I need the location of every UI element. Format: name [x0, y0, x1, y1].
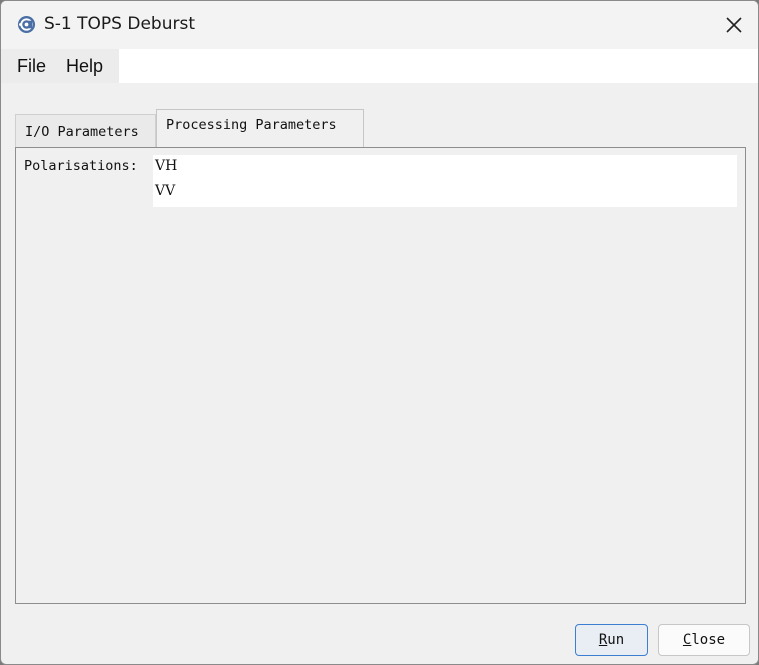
title-bar: S-1 TOPS Deburst	[1, 1, 758, 49]
close-button-mnemonic: C	[682, 632, 692, 648]
close-button[interactable]: Close	[658, 624, 750, 656]
menu-file[interactable]: File	[17, 56, 46, 77]
run-button[interactable]: Run	[575, 624, 648, 656]
run-button-label: un	[607, 632, 625, 648]
polarisations-list[interactable]: VH VV	[153, 155, 737, 207]
close-button-label: lose	[691, 632, 726, 648]
list-item[interactable]: VH	[155, 158, 177, 174]
run-button-mnemonic: R	[598, 632, 608, 648]
tab-strip: I/O Parameters Processing Parameters	[1, 109, 758, 148]
tab-io-parameters[interactable]: I/O Parameters	[15, 114, 156, 148]
window-title: S-1 TOPS Deburst	[44, 14, 195, 34]
tab-processing-parameters[interactable]: Processing Parameters	[156, 109, 364, 148]
menu-help[interactable]: Help	[66, 56, 103, 77]
app-icon	[17, 15, 36, 34]
close-icon	[726, 17, 742, 33]
dialog-window: S-1 TOPS Deburst File Help I/O Parameter…	[0, 0, 759, 665]
menu-bar: File Help	[1, 49, 758, 83]
processing-parameters-panel: Polarisations: VH VV	[15, 147, 746, 604]
polarisations-label: Polarisations:	[24, 158, 138, 174]
list-item[interactable]: VV	[155, 183, 175, 199]
close-window-button[interactable]	[711, 7, 757, 43]
